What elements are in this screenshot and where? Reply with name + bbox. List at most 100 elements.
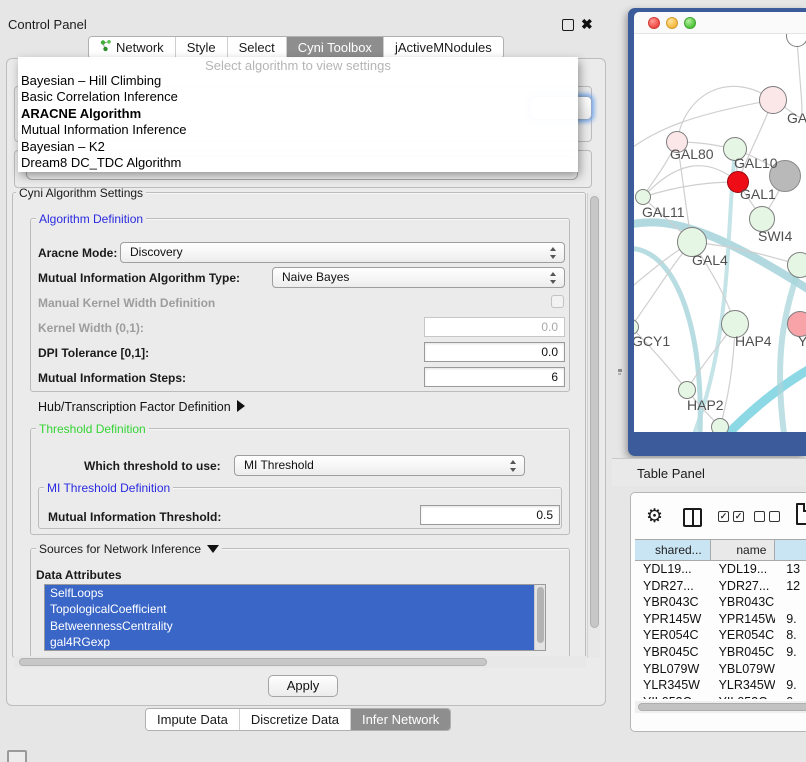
zoom-traffic-light-icon[interactable] [684,17,696,29]
kernel-width-field[interactable]: 0.0 [424,317,565,337]
algorithm-option-mutual-information[interactable]: Mutual Information Inference [18,122,578,138]
settings-vertical-scrollbar[interactable] [587,193,600,658]
tab-network-label: Network [116,37,164,58]
node-label-gal4: GAL4 [692,252,728,268]
column-header-shared-name[interactable]: shared... [635,540,711,560]
node-label-gal1: GAL1 [740,186,776,202]
bottom-tabbar: Impute Data Discretize Data Infer Networ… [145,708,451,731]
algorithm-dropdown-popup: Select algorithm to view settings Bayesi… [18,57,578,172]
cell-name: YDL19... [711,561,776,578]
attribute-list-item[interactable]: BetweennessCentrality [45,618,545,634]
cell-shared-name: YLR345W [635,677,711,694]
tab-style[interactable]: Style [176,37,228,58]
tab-jactivemnodules[interactable]: jActiveMNodules [384,37,503,58]
settings-horizontal-scrollbar[interactable] [14,656,586,668]
column-header-name[interactable]: name [711,540,776,560]
network-graph-icon [100,37,112,58]
gear-icon[interactable]: ⚙ [646,505,663,528]
hub-definition-toggle[interactable]: Hub/Transcription Factor Definition [38,400,245,414]
close-traffic-light-icon[interactable] [648,17,660,29]
cell-shared-name: YBL079W [635,661,711,678]
network-canvas[interactable]: GAL GAL80 GAL10 GAL1 GAL11 SWI4 GAL4 GCY… [634,34,806,432]
kernel-width-label: Kernel Width (0,1): [38,321,144,335]
minimize-traffic-light-icon[interactable] [666,17,678,29]
network-node-swi4[interactable] [787,252,806,278]
mi-threshold-field[interactable]: 0.5 [420,505,560,525]
table-row[interactable]: YBR045C YBR045C 9. [635,644,806,661]
file-icon[interactable] [796,503,806,525]
dpi-tolerance-field[interactable]: 0.0 [424,342,565,362]
network-node[interactable] [711,418,729,432]
mi-steps-field[interactable]: 6 [424,367,565,387]
aracne-mode-combobox[interactable]: Discovery [120,242,565,263]
node-label-swi4: SWI4 [758,228,792,244]
float-window-icon[interactable] [562,19,574,31]
algorithm-option-dream8[interactable]: Dream8 DC_TDC Algorithm [18,155,578,171]
column-header-partial[interactable] [775,540,806,560]
settings-vertical-scrollbar-thumb[interactable] [590,196,599,628]
spinner-arrows-icon [550,272,557,284]
tab-infer-network-label: Infer Network [362,709,439,730]
tab-cyni-toolbox[interactable]: Cyni Toolbox [287,37,384,58]
aracne-mode-value: Discovery [130,245,183,259]
attribute-list-item[interactable]: gal4RGexp [45,634,545,650]
which-threshold-value: MI Threshold [244,458,314,472]
table-row[interactable]: YBL079W YBL079W [635,661,806,678]
table-row[interactable]: YPR145W YPR145W 9. [635,611,806,628]
cell-value: 9. [775,644,806,661]
table-horizontal-scrollbar[interactable] [635,701,806,713]
attribute-list-item[interactable]: SelfLoops [45,585,545,601]
data-attributes-list[interactable]: SelfLoopsTopologicalCoefficientBetweenne… [44,584,546,651]
threshold-definition-title: Threshold Definition [36,422,149,436]
algorithm-option-bayesian-k2[interactable]: Bayesian – K2 [18,139,578,155]
table-row[interactable]: YDR27... YDR27... 12 [635,578,806,595]
attributes-scrollbar-thumb[interactable] [537,587,544,643]
algorithm-option-aracne[interactable]: ARACNE Algorithm [18,106,578,122]
cell-shared-name: YPR145W [635,611,711,628]
close-icon[interactable]: ✖ [581,16,593,33]
tab-impute-data[interactable]: Impute Data [146,709,240,730]
cell-value: 0 [775,694,806,699]
attributes-scrollbar[interactable] [534,585,545,650]
manual-kernel-width-checkbox[interactable] [551,295,564,308]
node-label-gal: GAL [787,110,806,126]
settings-horizontal-scrollbar-thumb[interactable] [19,658,487,666]
cell-value: 13 [775,561,806,578]
tab-discretize-data-label: Discretize Data [251,709,339,730]
algorithm-dropdown-hint: Select algorithm to view settings [18,57,578,73]
tab-infer-network[interactable]: Infer Network [351,709,450,730]
cell-name: YBL079W [711,661,776,678]
algorithm-option-bayesian-hill-climbing[interactable]: Bayesian – Hill Climbing [18,73,578,89]
cell-shared-name: YER054C [635,627,711,644]
which-threshold-combobox[interactable]: MI Threshold [234,455,525,476]
network-node-gal11[interactable] [635,189,651,205]
table-row[interactable]: YIL053C YIL053C 0 [635,694,806,699]
minimized-panel-icon[interactable] [7,750,27,762]
network-node-pink[interactable] [759,86,787,114]
table-row[interactable]: YBR043C YBR043C [635,594,806,611]
aracne-mode-label: Aracne Mode: [38,246,117,260]
table-row[interactable]: YLR345W YLR345W 9. [635,677,806,694]
tab-discretize-data[interactable]: Discretize Data [240,709,351,730]
cell-name: YLR345W [711,677,776,694]
which-threshold-label: Which threshold to use: [84,459,221,473]
deselect-all-checkboxes-icon[interactable] [754,511,780,522]
expanded-arrow-icon [207,545,219,553]
table-row[interactable]: YDL19... YDL19... 13 [635,561,806,578]
attribute-list-item[interactable]: TopologicalCoefficient [45,601,545,617]
panel-splitter-handle[interactable] [617,368,623,377]
table-horizontal-scrollbar-thumb[interactable] [638,703,806,711]
sources-toggle[interactable]: Sources for Network Inference [36,542,222,556]
column-layout-icon[interactable] [683,508,702,527]
mi-algorithm-type-combobox[interactable]: Naive Bayes [272,267,565,288]
node-label-gal80: GAL80 [670,146,714,162]
network-window-titlebar[interactable] [634,12,806,34]
table-row[interactable]: YER054C YER054C 8. [635,627,806,644]
tab-network[interactable]: Network [89,37,176,58]
select-all-checkboxes-icon[interactable]: ✓ ✓ [718,511,744,522]
cell-value: 9. [775,611,806,628]
algorithm-option-basic-correlation[interactable]: Basic Correlation Inference [18,89,578,105]
apply-button[interactable]: Apply [268,675,338,697]
tab-cyni-toolbox-label: Cyni Toolbox [298,37,372,58]
tab-select[interactable]: Select [228,37,287,58]
